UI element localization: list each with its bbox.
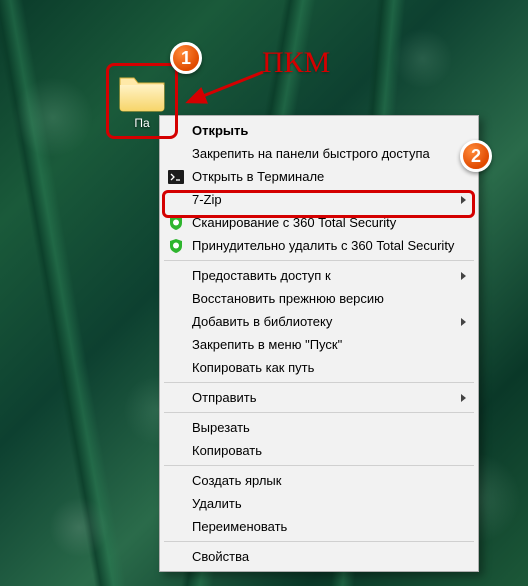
menu-pin-quick-access[interactable]: Закрепить на панели быстрого доступа xyxy=(162,142,476,165)
submenu-arrow-icon xyxy=(461,272,466,280)
menu-send-to[interactable]: Отправить xyxy=(162,386,476,409)
submenu-arrow-icon xyxy=(461,394,466,402)
menu-restore-previous[interactable]: Восстановить прежнюю версию xyxy=(162,287,476,310)
menu-label: Вырезать xyxy=(192,420,448,435)
menu-scan-360[interactable]: Сканирование с 360 Total Security xyxy=(162,211,476,234)
menu-separator xyxy=(164,465,474,466)
menu-label: Открыть xyxy=(192,123,448,138)
context-menu: Открыть Закрепить на панели быстрого дос… xyxy=(159,115,479,572)
menu-label: Копировать xyxy=(192,443,448,458)
menu-rename[interactable]: Переименовать xyxy=(162,515,476,538)
menu-separator xyxy=(164,382,474,383)
menu-label: 7-Zip xyxy=(192,192,448,207)
submenu-arrow-icon xyxy=(461,318,466,326)
menu-add-library[interactable]: Добавить в библиотеку xyxy=(162,310,476,333)
menu-open-terminal[interactable]: Открыть в Терминале xyxy=(162,165,476,188)
menu-label: Закрепить в меню "Пуск" xyxy=(192,337,448,352)
menu-label: Создать ярлык xyxy=(192,473,448,488)
menu-7zip[interactable]: 7-Zip xyxy=(162,188,476,211)
menu-label: Закрепить на панели быстрого доступа xyxy=(192,146,448,161)
menu-separator xyxy=(164,412,474,413)
submenu-arrow-icon xyxy=(461,196,466,204)
menu-share-access[interactable]: Предоставить доступ к xyxy=(162,264,476,287)
menu-label: Удалить xyxy=(192,496,448,511)
menu-delete[interactable]: Удалить xyxy=(162,492,476,515)
menu-label: Добавить в библиотеку xyxy=(192,314,448,329)
menu-open[interactable]: Открыть xyxy=(162,119,476,142)
menu-properties[interactable]: Свойства xyxy=(162,545,476,568)
menu-create-shortcut[interactable]: Создать ярлык xyxy=(162,469,476,492)
shield-360-icon xyxy=(168,215,184,231)
folder-icon xyxy=(118,72,166,112)
menu-copy[interactable]: Копировать xyxy=(162,439,476,462)
menu-separator xyxy=(164,541,474,542)
menu-label: Принудительно удалить с 360 Total Securi… xyxy=(192,238,454,253)
menu-cut[interactable]: Вырезать xyxy=(162,416,476,439)
menu-label: Сканирование с 360 Total Security xyxy=(192,215,448,230)
menu-label: Копировать как путь xyxy=(192,360,448,375)
menu-pin-start[interactable]: Закрепить в меню "Пуск" xyxy=(162,333,476,356)
menu-label: Свойства xyxy=(192,549,448,564)
menu-label: Открыть в Терминале xyxy=(192,169,448,184)
menu-force-delete-360[interactable]: Принудительно удалить с 360 Total Securi… xyxy=(162,234,476,257)
menu-label: Переименовать xyxy=(192,519,448,534)
menu-copy-as-path[interactable]: Копировать как путь xyxy=(162,356,476,379)
shield-360-icon xyxy=(168,238,184,254)
menu-label: Восстановить прежнюю версию xyxy=(192,291,448,306)
terminal-icon xyxy=(168,169,184,185)
menu-label: Предоставить доступ к xyxy=(192,268,448,283)
menu-separator xyxy=(164,260,474,261)
menu-label: Отправить xyxy=(192,390,448,405)
